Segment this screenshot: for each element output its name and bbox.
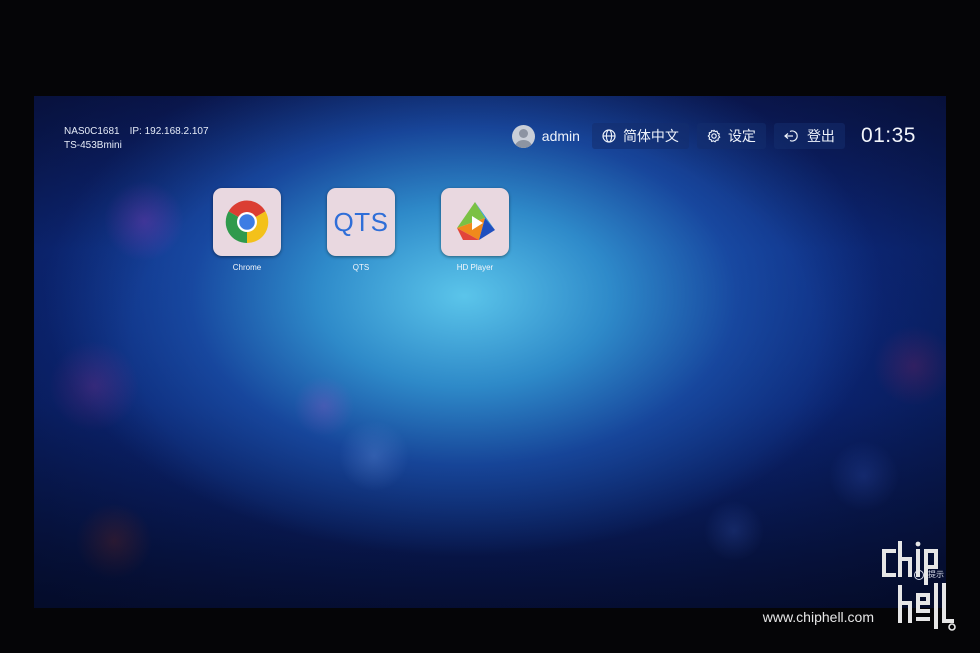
qts-icon: QTS: [333, 206, 389, 237]
clock: 01:35: [860, 124, 916, 147]
settings-label: 设定: [727, 128, 756, 144]
hd-player-icon: [457, 202, 495, 240]
app-label-chrome: Chrome: [232, 263, 262, 272]
logout-label: 登出: [806, 128, 835, 144]
chiphell-logo: [882, 541, 956, 631]
user-menu[interactable]: admin: [511, 123, 584, 149]
username: admin: [541, 128, 580, 144]
language-button[interactable]: 简体中文: [591, 123, 689, 149]
system-info: NAS0C1681 IP: 192.168.2.107 TS-453Bmini: [64, 125, 209, 153]
top-bar: admin 简体中文 设定 登出 01:35: [511, 123, 916, 149]
app-hd-player[interactable]: HD Player: [440, 188, 510, 272]
model-name: TS-453Bmini: [64, 140, 122, 151]
gear-icon: [707, 129, 721, 143]
logout-button[interactable]: 登出: [773, 123, 845, 149]
app-qts[interactable]: QTS QTS: [326, 188, 396, 272]
settings-button[interactable]: 设定: [696, 123, 766, 149]
app-chrome[interactable]: Chrome: [212, 188, 282, 272]
ip-address: IP: 192.168.2.107: [129, 126, 209, 137]
chrome-icon: [225, 200, 269, 244]
qts-tile[interactable]: QTS: [327, 188, 395, 256]
app-grid: Chrome QTS QTS HD Player: [212, 188, 510, 272]
hd-station-desktop: NAS0C1681 IP: 192.168.2.107 TS-453Bmini a…: [34, 96, 946, 608]
app-label-qts: QTS: [352, 263, 370, 272]
avatar: [511, 124, 535, 148]
hostname: NAS0C1681: [64, 126, 120, 137]
watermark-site: www.chiphell.com: [762, 609, 874, 625]
watermark: www.chiphell.com: [763, 541, 964, 633]
tv-frame: NAS0C1681 IP: 192.168.2.107 TS-453Bmini a…: [0, 0, 980, 653]
hd-player-tile[interactable]: [441, 188, 509, 256]
language-label: 简体中文: [622, 128, 679, 144]
app-label-hd-player: HD Player: [456, 263, 494, 272]
chrome-tile[interactable]: [213, 188, 281, 256]
logout-icon: [784, 130, 798, 142]
globe-icon: [602, 129, 616, 143]
